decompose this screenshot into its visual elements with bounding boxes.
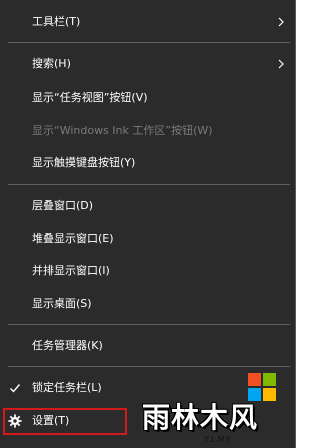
menu-item-stack-windows[interactable]: 堆叠显示窗口(E) [0, 224, 296, 254]
menu-item-search[interactable]: 搜索(H) [0, 49, 296, 79]
menu-item-show-windows-ink: 显示“Windows Ink 工作区”按钮(W) [0, 116, 296, 146]
menu-item-label: 堆叠显示窗口(E) [32, 232, 114, 245]
menu-item-label: 并排显示窗口(I) [32, 264, 110, 277]
menu-separator [8, 184, 290, 185]
menu-item-show-task-view[interactable]: 显示“任务视图”按钮(V) [0, 83, 296, 113]
menu-item-cascade-windows[interactable]: 层叠窗口(D) [0, 191, 296, 221]
gear-icon [8, 414, 22, 428]
menu-item-task-manager[interactable]: 任务管理器(K) [0, 331, 296, 361]
menu-item-show-desktop[interactable]: 显示桌面(S) [0, 289, 296, 319]
chevron-right-icon [278, 17, 284, 27]
menu-item-label: 搜索(H) [32, 57, 71, 70]
watermark-sub-text: YLMF [204, 435, 233, 444]
menu-item-label: 任务管理器(K) [32, 339, 103, 352]
menu-separator [8, 42, 290, 43]
chevron-right-icon [278, 59, 284, 69]
windows-logo-icon [248, 373, 276, 401]
menu-item-label: 显示触摸键盘按钮(Y) [32, 156, 136, 169]
menu-item-label: 层叠窗口(D) [32, 199, 94, 212]
menu-item-toolbars[interactable]: 工具栏(T) [0, 7, 296, 37]
menu-item-label: 显示“任务视图”按钮(V) [32, 91, 148, 104]
menu-separator [8, 324, 290, 325]
menu-item-label: 设置(T) [32, 414, 70, 427]
menu-item-label: 显示“Windows Ink 工作区”按钮(W) [32, 124, 213, 137]
watermark-brand-text: 雨林木风 [142, 401, 259, 434]
menu-item-show-touch-keyboard[interactable]: 显示触摸键盘按钮(Y) [0, 148, 296, 178]
menu-item-label: 显示桌面(S) [32, 297, 92, 310]
checkmark-icon [10, 384, 21, 393]
menu-item-label: 工具栏(T) [32, 15, 81, 28]
menu-separator [8, 366, 290, 367]
menu-item-side-by-side-windows[interactable]: 并排显示窗口(I) [0, 256, 296, 286]
menu-item-label: 锁定任务栏(L) [32, 381, 102, 394]
